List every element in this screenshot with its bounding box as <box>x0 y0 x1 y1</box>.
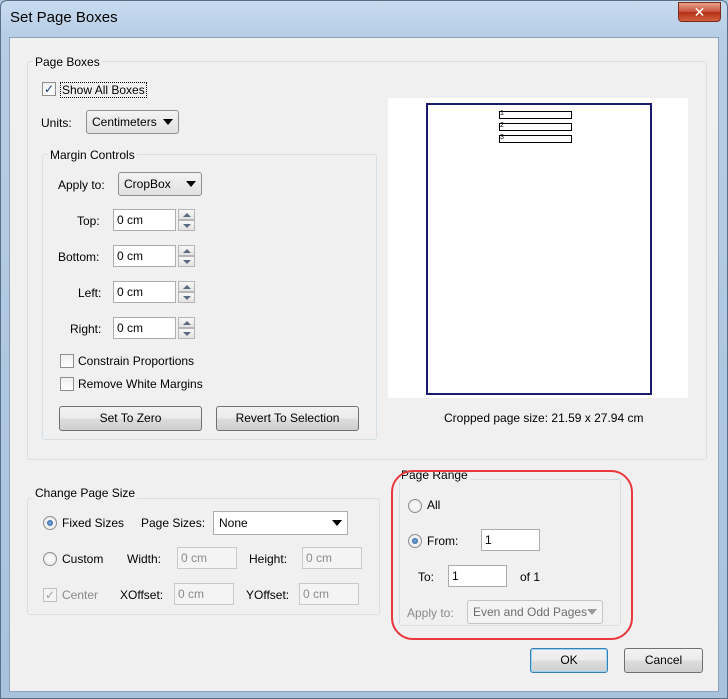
right-label: Right: <box>70 322 102 336</box>
bottom-margin-spinner[interactable] <box>178 245 195 267</box>
custom-label[interactable]: Custom <box>62 552 103 566</box>
yoffset-label: YOffset: <box>246 588 290 602</box>
page-sizes-value: None <box>219 516 248 530</box>
page-preview: 1 2 3 <box>426 103 652 395</box>
xoffset-label: XOffset: <box>120 588 164 602</box>
remove-white-margins-label[interactable]: Remove White Margins <box>78 377 203 391</box>
change-page-size-title: Change Page Size <box>33 486 138 500</box>
spin-down-icon[interactable] <box>178 220 195 231</box>
spin-down-icon[interactable] <box>178 328 195 339</box>
center-checkbox[interactable]: ✓ <box>43 588 57 602</box>
chevron-down-icon <box>163 119 173 125</box>
close-button[interactable]: ✕ <box>678 2 721 22</box>
left-margin-spinner[interactable] <box>178 281 195 303</box>
close-icon: ✕ <box>693 4 706 20</box>
center-label[interactable]: Center <box>62 588 98 602</box>
fixed-sizes-radio[interactable] <box>43 516 57 530</box>
spin-down-icon[interactable] <box>178 292 195 303</box>
apply-to-value: CropBox <box>124 177 171 191</box>
spin-up-icon[interactable] <box>178 245 195 256</box>
xoffset-input[interactable]: 0 cm <box>174 583 234 605</box>
highlight-annotation <box>391 470 633 640</box>
apply-to-dropdown[interactable]: CropBox <box>118 172 202 196</box>
units-value: Centimeters <box>92 115 157 129</box>
remove-white-margins-checkbox[interactable] <box>60 377 74 391</box>
left-label: Left: <box>78 286 102 300</box>
ok-button[interactable]: OK <box>530 648 608 673</box>
show-all-boxes-checkbox[interactable]: ✓ <box>42 82 56 96</box>
units-dropdown[interactable]: Centimeters <box>86 110 179 134</box>
units-label: Units: <box>41 116 72 130</box>
show-all-boxes-label[interactable]: Show All Boxes <box>60 82 147 98</box>
apply-to-label: Apply to: <box>58 178 105 192</box>
spin-down-icon[interactable] <box>178 256 195 267</box>
constrain-proportions-checkbox[interactable] <box>60 354 74 368</box>
dialog-client-area: Page Boxes ✓ Show All Boxes Units: Centi… <box>9 37 719 692</box>
top-margin-spinner[interactable] <box>178 209 195 231</box>
preview-row-number: 1 <box>500 110 504 117</box>
preview-row-number: 2 <box>500 122 504 129</box>
dialog-title: Set Page Boxes <box>10 9 118 26</box>
margin-controls-title: Margin Controls <box>48 148 137 162</box>
chevron-down-icon <box>332 520 342 526</box>
preview-row: 1 <box>499 110 572 119</box>
width-input[interactable]: 0 cm <box>177 547 237 569</box>
cancel-button[interactable]: Cancel <box>624 648 703 673</box>
right-margin-spinner[interactable] <box>178 317 195 339</box>
set-to-zero-button[interactable]: Set To Zero <box>59 406 202 431</box>
width-label: Width: <box>127 552 162 566</box>
page-sizes-label: Page Sizes: <box>141 516 206 530</box>
spin-up-icon[interactable] <box>178 281 195 292</box>
page-sizes-dropdown[interactable]: None <box>213 511 348 535</box>
dialog-window: Set Page Boxes ✕ Page Boxes ✓ Show All B… <box>0 0 728 699</box>
preview-row-number: 3 <box>500 134 504 141</box>
cropped-page-size-text: Cropped page size: 21.59 x 27.94 cm <box>444 411 644 425</box>
top-margin-input[interactable]: 0 cm <box>113 209 176 231</box>
chevron-down-icon <box>186 181 196 187</box>
custom-radio[interactable] <box>43 552 57 566</box>
preview-row: 3 <box>499 134 572 143</box>
yoffset-input[interactable]: 0 cm <box>299 583 359 605</box>
spin-up-icon[interactable] <box>178 209 195 220</box>
bottom-label: Bottom: <box>58 250 100 264</box>
right-margin-input[interactable]: 0 cm <box>113 317 176 339</box>
preview-row: 2 <box>499 122 572 131</box>
page-boxes-title: Page Boxes <box>33 55 102 69</box>
top-label: Top: <box>77 214 100 228</box>
spin-up-icon[interactable] <box>178 317 195 328</box>
constrain-proportions-label[interactable]: Constrain Proportions <box>78 354 194 368</box>
height-input[interactable]: 0 cm <box>302 547 362 569</box>
title-bar[interactable]: Set Page Boxes ✕ <box>1 1 727 37</box>
left-margin-input[interactable]: 0 cm <box>113 281 176 303</box>
fixed-sizes-label[interactable]: Fixed Sizes <box>62 516 124 530</box>
bottom-margin-input[interactable]: 0 cm <box>113 245 176 267</box>
height-label: Height: <box>249 552 288 566</box>
revert-to-selection-button[interactable]: Revert To Selection <box>216 406 359 431</box>
